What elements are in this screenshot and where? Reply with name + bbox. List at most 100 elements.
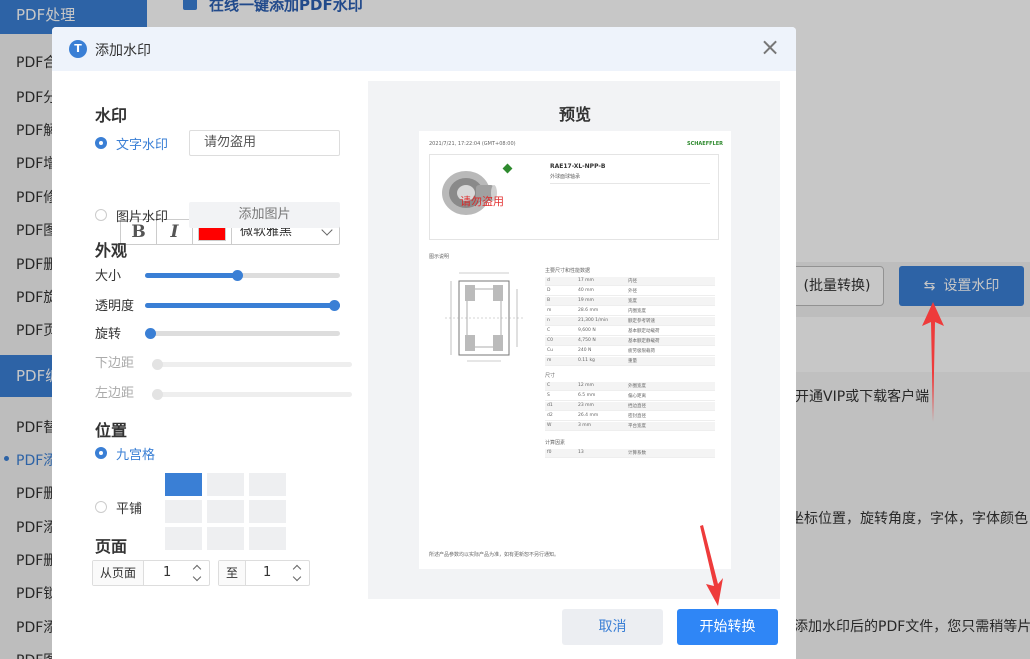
watermark-icon: T xyxy=(69,40,87,58)
image-watermark-radio[interactable] xyxy=(95,209,107,221)
preview-table-cell: 额定参考转速 xyxy=(628,319,655,324)
stepper-arrows[interactable] xyxy=(292,564,303,582)
red-arrow-annotation xyxy=(700,525,723,606)
preview-brand: SCHAEFFLER xyxy=(686,141,723,147)
preview-table-cell: 疲劳极限载荷 xyxy=(628,349,655,354)
to-page-stepper[interactable]: 至 1 xyxy=(218,560,310,586)
tile-position-label[interactable]: 平铺 xyxy=(116,498,142,517)
preview-table-cell: d2 xyxy=(547,413,553,418)
preview-table-row: S 6.5 mm 偏心距离 xyxy=(545,392,715,401)
preview-table-cell: 21,300 1/min xyxy=(578,318,609,323)
preview-table-cell: m xyxy=(547,308,552,313)
preview-watermark: 请勿盗用 xyxy=(460,195,504,208)
grid-cell[interactable] xyxy=(165,527,202,550)
preview-table-cell: m xyxy=(547,358,552,363)
preview-table-row: d1 23 mm 挡边直径 xyxy=(545,402,715,411)
preview-table-cell: C xyxy=(547,328,551,333)
bottom-margin-label: 下边距 xyxy=(95,356,135,371)
from-page-value[interactable]: 1 xyxy=(163,561,171,585)
size-slider-handle[interactable] xyxy=(232,270,243,281)
grid-cell[interactable] xyxy=(207,500,244,523)
preview-table-cell: 偏心距离 xyxy=(628,394,646,399)
preview-table-row: d 17 mm 内径 xyxy=(545,277,715,286)
add-watermark-dialog: T 添加水印 × 水印 文字水印 请勿盗用 B I 微软雅黑 图片水印 添加图片… xyxy=(52,27,796,659)
opacity-slider-handle[interactable] xyxy=(329,300,340,311)
preview-table-cell: S xyxy=(547,393,550,398)
chevron-down-icon[interactable] xyxy=(192,572,202,582)
card-divider xyxy=(550,183,710,184)
opacity-slider[interactable] xyxy=(145,300,340,311)
preview-table-cell: 重量 xyxy=(628,359,637,364)
start-convert-button[interactable]: 开始转换 xyxy=(677,609,778,645)
watermark-text-input[interactable]: 请勿盗用 xyxy=(189,130,340,156)
grid-cell[interactable] xyxy=(249,473,286,496)
left-margin-handle xyxy=(152,389,163,400)
add-image-button[interactable]: 添加图片 xyxy=(189,202,340,228)
size-slider[interactable] xyxy=(145,270,340,281)
preview-size-title: 尺寸 xyxy=(545,373,556,379)
preview-table-cell: f0 xyxy=(547,450,552,455)
tile-position-radio[interactable] xyxy=(95,501,107,513)
preview-table-cell: 0.11 kg xyxy=(578,358,595,363)
preview-table-cell: B xyxy=(547,298,551,303)
left-margin-slider xyxy=(152,389,352,400)
position-grid xyxy=(165,473,288,551)
chevron-down-icon[interactable] xyxy=(292,572,302,582)
preview-table-row: f0 13 计算系数 xyxy=(545,449,715,458)
preview-table-cell: d1 xyxy=(547,403,553,408)
preview-product-card: 请勿盗用 RAE17-XL-NPP-B 外球面球轴承 xyxy=(429,154,719,240)
watermark-section-title: 水印 xyxy=(95,106,128,125)
preview-table-row: C 9,600 N 基本额定动载荷 xyxy=(545,327,715,336)
cancel-button[interactable]: 取消 xyxy=(562,609,663,645)
settings-panel: 水印 文字水印 请勿盗用 B I 微软雅黑 图片水印 添加图片 外观 大小 透明… xyxy=(68,81,368,599)
grid-cell[interactable] xyxy=(207,527,244,550)
preview-table-cell: 12 mm xyxy=(578,383,594,388)
grid-position-radio[interactable] xyxy=(95,447,107,459)
preview-table-row: d2 26.4 mm 密封直径 xyxy=(545,412,715,421)
preview-footer-note: 所述产品参数均以实际产品为准，如有更新恕不另行通知。 xyxy=(429,552,560,558)
rotate-slider-handle[interactable] xyxy=(145,328,156,339)
grid-cell[interactable] xyxy=(249,527,286,550)
preview-table-row: B 19 mm 宽度 xyxy=(545,297,715,306)
preview-table-cell: 17 mm xyxy=(578,278,594,283)
text-watermark-label[interactable]: 文字水印 xyxy=(116,134,168,153)
preview-table-cell: n xyxy=(547,318,550,323)
preview-table-cell: 宽度 xyxy=(628,299,637,304)
grid-cell[interactable] xyxy=(165,500,202,523)
grid-cell[interactable] xyxy=(249,500,286,523)
close-icon[interactable]: × xyxy=(758,35,782,60)
to-page-value[interactable]: 1 xyxy=(263,561,271,585)
preview-table-cell: 密封直径 xyxy=(628,414,646,419)
preview-table-cell: 40 mm xyxy=(578,288,594,293)
rotate-slider[interactable] xyxy=(145,328,340,339)
pages-section-title: 页面 xyxy=(95,537,128,556)
grid-cell[interactable] xyxy=(165,473,202,496)
preview-main-title: 主要尺寸和性能数据 xyxy=(545,268,591,274)
preview-calc-title: 计算因素 xyxy=(545,440,566,446)
preview-table-cell: d xyxy=(547,278,550,283)
bearing-diagram xyxy=(445,272,523,362)
opacity-label: 透明度 xyxy=(95,299,135,314)
preview-table-cell: W xyxy=(547,423,552,428)
preview-table-cell: C0 xyxy=(547,338,554,343)
from-page-stepper[interactable]: 从页面 1 xyxy=(92,560,210,586)
image-watermark-label[interactable]: 图片水印 xyxy=(116,206,168,225)
bottom-margin-slider xyxy=(152,359,352,370)
preview-table-cell: 26.4 mm xyxy=(578,413,599,418)
preview-table-cell: 基本额定动载荷 xyxy=(628,329,660,334)
text-watermark-radio[interactable] xyxy=(95,137,107,149)
preview-table-cell: 240 N xyxy=(578,348,592,353)
grid-position-label[interactable]: 九宫格 xyxy=(116,444,155,463)
preview-table-cell: 挡边直径 xyxy=(628,404,646,409)
dialog-body: 水印 文字水印 请勿盗用 B I 微软雅黑 图片水印 添加图片 外观 大小 透明… xyxy=(68,81,780,599)
preview-table-row: n 21,300 1/min 额定参考转速 xyxy=(545,317,715,326)
preview-table-row: C0 4,750 N 基本额定静载荷 xyxy=(545,337,715,346)
stepper-arrows[interactable] xyxy=(192,564,203,582)
preview-table-cell: 6.5 mm xyxy=(578,393,596,398)
preview-table-cell: 3 mm xyxy=(578,423,592,428)
bearing-image xyxy=(442,171,497,215)
grid-cell[interactable] xyxy=(207,473,244,496)
dialog-title: 添加水印 xyxy=(95,43,151,59)
preview-table-cell: 19 mm xyxy=(578,298,594,303)
diamond-icon xyxy=(502,163,513,174)
